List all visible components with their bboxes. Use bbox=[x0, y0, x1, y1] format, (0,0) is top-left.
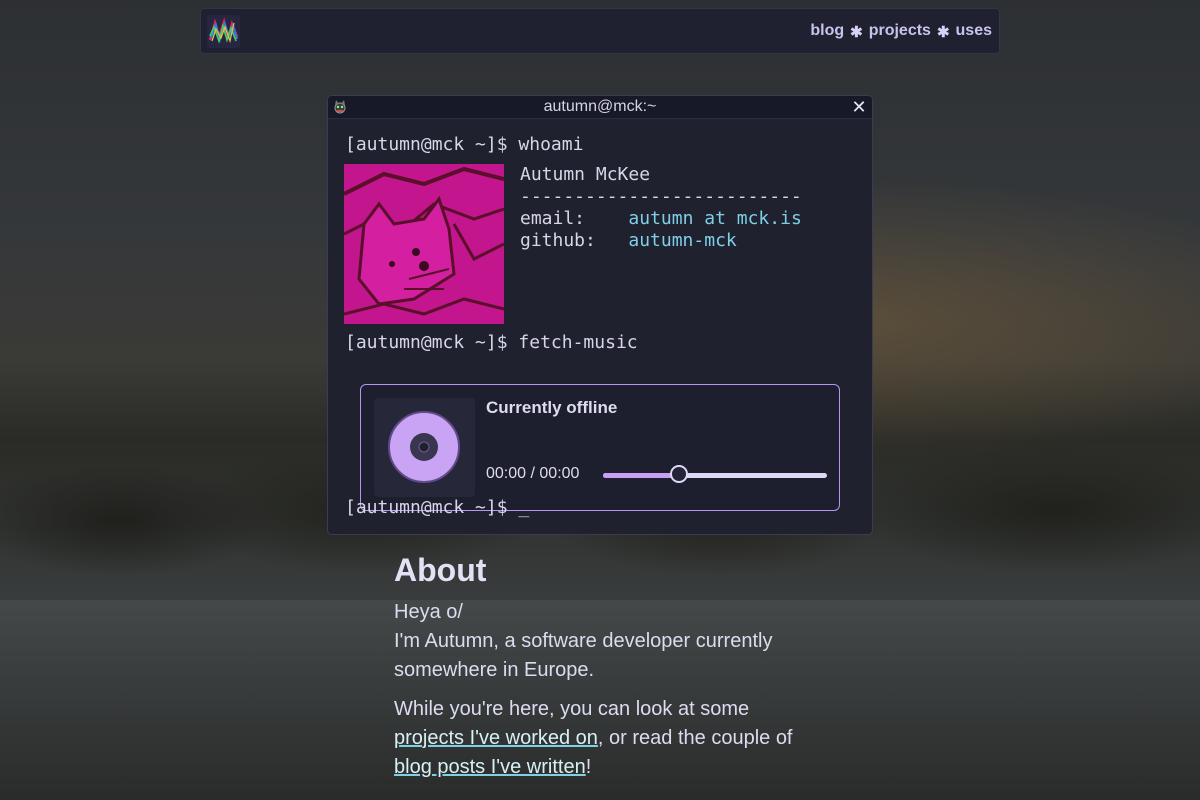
nav-link-uses[interactable]: uses bbox=[956, 22, 992, 40]
prompt: [autumn@mck ~]$ bbox=[345, 134, 508, 155]
github-link[interactable]: autumn-mck bbox=[628, 230, 736, 251]
email-link[interactable]: autumn at mck.is bbox=[628, 208, 801, 229]
command-text: whoami bbox=[518, 134, 584, 155]
profile-divider: -------------------------- bbox=[520, 186, 802, 207]
time-separator: / bbox=[530, 465, 535, 482]
nav-links: blog ✱ projects ✱ uses bbox=[810, 22, 992, 41]
nav-link-blog[interactable]: blog bbox=[810, 22, 844, 40]
command-line-cursor: [autumn@mck ~]$ _ bbox=[345, 497, 529, 518]
about-heading: About bbox=[394, 552, 487, 588]
github-label: github: bbox=[520, 230, 596, 251]
site-logo-icon[interactable] bbox=[207, 15, 240, 48]
music-player: Currently offline 00:00 / 00:00 bbox=[360, 384, 840, 511]
current-time: 00:00 bbox=[486, 465, 527, 482]
album-art bbox=[374, 398, 475, 497]
greeting: Heya o/ bbox=[394, 601, 463, 623]
prompt: [autumn@mck ~]$ bbox=[345, 332, 508, 353]
projects-link[interactable]: projects I've worked on bbox=[394, 727, 598, 749]
about-intro: Heya o/I'm Autumn, a software developer … bbox=[394, 598, 814, 685]
terminal-titlebar[interactable]: autumn@mck:~ ✕ bbox=[328, 96, 872, 119]
terminal-window: autumn@mck:~ ✕ [autumn@mck ~]$ whoami Au… bbox=[327, 95, 873, 535]
command-text: fetch-music bbox=[518, 332, 638, 353]
slider-fill bbox=[603, 473, 680, 478]
profile-info: Autumn McKee -------------------------- … bbox=[520, 164, 802, 252]
close-icon[interactable]: ✕ bbox=[850, 98, 868, 116]
nav-separator-icon: ✱ bbox=[850, 24, 863, 41]
cursor: _ bbox=[518, 497, 530, 518]
top-navbar: blog ✱ projects ✱ uses bbox=[200, 8, 1000, 54]
about-outro: While you're here, you can look at some p… bbox=[394, 695, 814, 782]
profile-name: Autumn McKee bbox=[520, 164, 651, 185]
outro-middle: , or read the couple of bbox=[597, 727, 793, 749]
progress-slider[interactable] bbox=[603, 465, 827, 485]
command-line-fetch-music: [autumn@mck ~]$ fetch-music bbox=[345, 332, 638, 353]
nav-separator-icon: ✱ bbox=[936, 24, 950, 41]
about-section: About Heya o/I'm Autumn, a software deve… bbox=[394, 552, 814, 782]
slider-thumb[interactable] bbox=[670, 465, 689, 483]
terminal-title: autumn@mck:~ bbox=[543, 98, 657, 115]
prompt: [autumn@mck ~]$ bbox=[345, 497, 508, 518]
intro-text: I'm Autumn, a software developer current… bbox=[394, 630, 773, 681]
command-line-whoami: [autumn@mck ~]$ whoami bbox=[345, 134, 583, 155]
outro-prefix: While you're here, you can look at some bbox=[394, 698, 750, 720]
outro-suffix: ! bbox=[585, 756, 592, 778]
total-time: 00:00 bbox=[539, 465, 580, 482]
player-status: Currently offline bbox=[486, 398, 618, 417]
disc-icon bbox=[388, 411, 460, 483]
avatar bbox=[344, 164, 504, 324]
email-label: email: bbox=[520, 208, 586, 229]
blog-link[interactable]: blog posts I've written bbox=[394, 756, 586, 778]
player-time: 00:00 / 00:00 bbox=[486, 465, 579, 483]
nav-link-projects[interactable]: projects bbox=[869, 22, 931, 40]
